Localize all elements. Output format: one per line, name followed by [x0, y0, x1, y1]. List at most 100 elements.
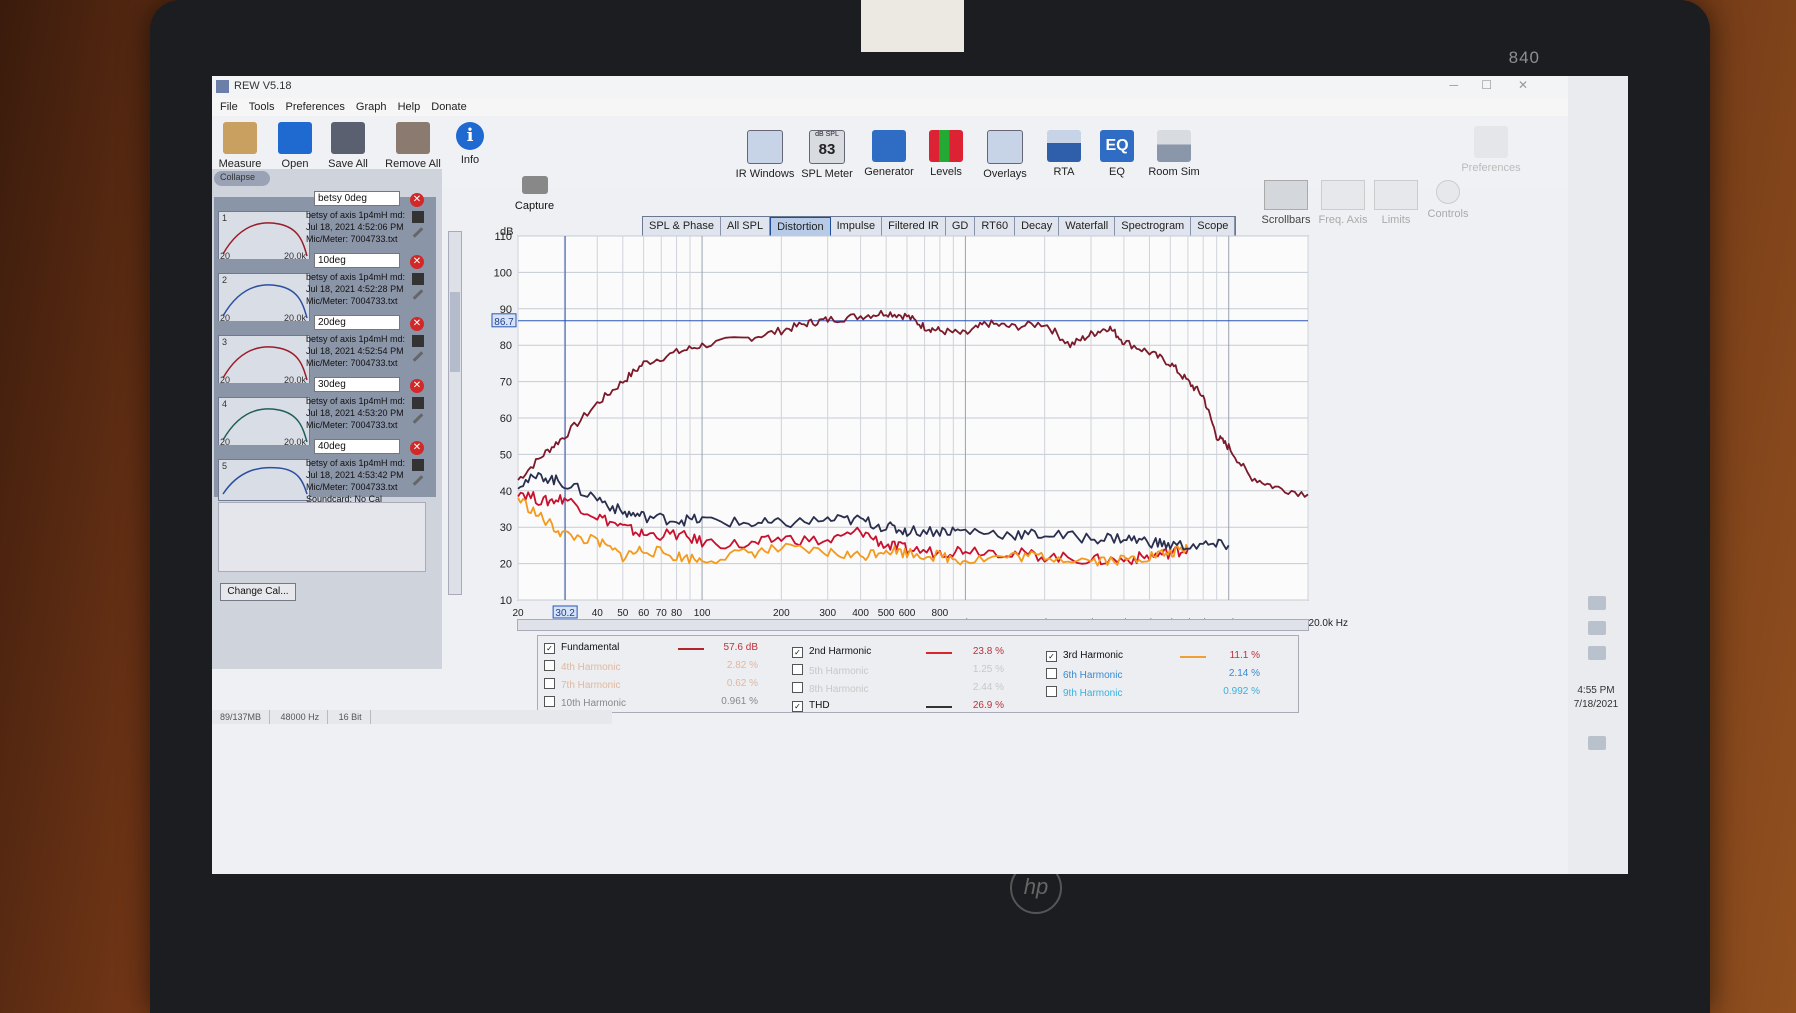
x-tick-label: 20.0k Hz: [1309, 618, 1348, 629]
freq-axis-button[interactable]: Freq. Axis: [1312, 180, 1374, 226]
close-icon[interactable]: ✕: [1518, 78, 1528, 92]
change-cal-button[interactable]: Change Cal...: [220, 583, 296, 601]
legend-checkbox[interactable]: [1046, 668, 1057, 679]
legend-checkbox[interactable]: [544, 660, 555, 671]
legend-item[interactable]: ✓ 2nd Harmonic: [792, 646, 871, 658]
open-button[interactable]: Open: [272, 122, 318, 170]
x-tick-label: 100: [694, 608, 711, 619]
room-sim-button[interactable]: Room Sim: [1142, 130, 1206, 178]
menu-preferences[interactable]: Preferences: [286, 101, 345, 113]
minimize-icon[interactable]: ─: [1449, 78, 1458, 92]
capture-button[interactable]: Capture: [507, 176, 562, 212]
menu-help[interactable]: Help: [398, 101, 421, 113]
controls-button[interactable]: Controls: [1420, 180, 1476, 220]
eq-button[interactable]: EQ EQ: [1092, 130, 1142, 178]
limits-button[interactable]: Limits: [1368, 180, 1424, 226]
rta-button[interactable]: RTA: [1036, 130, 1092, 178]
measurement-info-icon[interactable]: [412, 273, 424, 285]
measurement-info-icon[interactable]: [412, 459, 424, 471]
legend-value: 57.6 dB: [723, 642, 758, 653]
save-all-button[interactable]: Save All: [320, 122, 376, 170]
legend-checkbox[interactable]: [544, 678, 555, 689]
legend-item[interactable]: 4th Harmonic: [544, 660, 620, 673]
panel-scrollbar[interactable]: [448, 231, 462, 595]
legend-checkbox[interactable]: [544, 696, 555, 707]
menu-tools[interactable]: Tools: [249, 101, 275, 113]
ir-windows-button[interactable]: IR Windows: [734, 130, 796, 180]
legend-checkbox[interactable]: [792, 682, 803, 693]
pencil-icon[interactable]: [412, 413, 424, 424]
legend-checkbox[interactable]: [1046, 686, 1057, 697]
legend-label: 2nd Harmonic: [809, 646, 872, 657]
title-bar: REW V5.18 ─ ☐ ✕: [212, 76, 1628, 98]
pencil-icon[interactable]: [412, 351, 424, 362]
measurement-name-field[interactable]: 40deg: [314, 439, 400, 454]
measurement-card[interactable]: 5 40deg ✕ betsy of axis 1p4mH md: Jul 18,…: [214, 439, 436, 504]
distortion-chart[interactable]: 110100908070605040302010dB2030.240506070…: [470, 224, 1348, 644]
measurement-info-icon[interactable]: [412, 397, 424, 409]
maximize-icon[interactable]: ☐: [1481, 78, 1492, 92]
chevron-left-icon[interactable]: [1588, 596, 1606, 610]
remove-measurement-icon[interactable]: ✕: [410, 441, 424, 455]
info-button[interactable]: i Info: [448, 122, 492, 166]
y-tick-label: 10: [500, 595, 512, 607]
overlays-button[interactable]: Overlays: [974, 130, 1036, 180]
levels-icon: [929, 130, 963, 162]
measure-button[interactable]: Measure: [212, 122, 268, 170]
legend-item[interactable]: 10th Harmonic: [544, 696, 626, 709]
measurement-name-field[interactable]: 10deg: [314, 253, 400, 268]
remove-all-button[interactable]: Remove All: [380, 122, 446, 170]
x-tick-label: 300: [819, 608, 836, 619]
menu-donate[interactable]: Donate: [431, 101, 466, 113]
x-tick-label: 200: [773, 608, 790, 619]
measurement-name-field[interactable]: betsy 0deg: [314, 191, 400, 206]
spl-meter-icon: dB SPL 83: [809, 130, 845, 164]
legend-item[interactable]: 6th Harmonic: [1046, 668, 1122, 681]
remove-measurement-icon[interactable]: ✕: [410, 317, 424, 331]
volume-icon[interactable]: [1588, 646, 1606, 660]
remove-measurement-icon[interactable]: ✕: [410, 193, 424, 207]
status-bar: 89/137MB 48000 Hz 16 Bit: [212, 710, 612, 724]
y-tick-label: 50: [500, 449, 512, 461]
collapse-button[interactable]: Collapse: [214, 171, 270, 186]
pencil-icon[interactable]: [412, 227, 424, 238]
measurement-info-icon[interactable]: [412, 335, 424, 347]
legend-checkbox[interactable]: [792, 664, 803, 675]
legend-value: 0.992 %: [1223, 686, 1260, 697]
controls-icon: [1436, 180, 1460, 204]
legend-color-swatch: [1180, 656, 1206, 658]
legend-checkbox[interactable]: ✓: [544, 643, 555, 654]
remove-measurement-icon[interactable]: ✕: [410, 379, 424, 393]
graph-horizontal-scrollbar[interactable]: [517, 619, 1309, 631]
legend-item[interactable]: ✓ Fundamental: [544, 642, 619, 654]
scrollbars-button[interactable]: Scrollbars: [1256, 180, 1316, 226]
legend-checkbox[interactable]: ✓: [792, 701, 803, 712]
generator-button[interactable]: Generator: [858, 130, 920, 178]
notifications-icon[interactable]: [1588, 736, 1606, 750]
legend-checkbox[interactable]: ✓: [792, 647, 803, 658]
pencil-icon[interactable]: [412, 475, 424, 486]
network-icon[interactable]: [1588, 621, 1606, 635]
legend-item[interactable]: 7th Harmonic: [544, 678, 620, 691]
measurement-name-field[interactable]: 30deg: [314, 377, 400, 392]
menu-file[interactable]: File: [220, 101, 238, 113]
legend-item[interactable]: 8th Harmonic: [792, 682, 868, 695]
legend-color-swatch: [926, 652, 952, 654]
measurement-name-field[interactable]: 20deg: [314, 315, 400, 330]
legend-value: 2.14 %: [1228, 668, 1260, 679]
clock[interactable]: 4:55 PM 7/18/2021: [1568, 684, 1624, 712]
levels-button[interactable]: Levels: [918, 130, 974, 178]
preferences-button[interactable]: Preferences: [1456, 126, 1526, 174]
legend-checkbox[interactable]: ✓: [1046, 651, 1057, 662]
measurement-info-icon[interactable]: [412, 211, 424, 223]
legend-item[interactable]: 5th Harmonic: [792, 664, 868, 677]
pencil-icon[interactable]: [412, 289, 424, 300]
scrollbar-thumb[interactable]: [450, 292, 460, 372]
spl-meter-button[interactable]: dB SPL 83 SPL Meter: [796, 130, 858, 180]
menu-graph[interactable]: Graph: [356, 101, 387, 113]
remove-measurement-icon[interactable]: ✕: [410, 255, 424, 269]
legend-item[interactable]: ✓ 3rd Harmonic: [1046, 650, 1123, 662]
distortion-graph[interactable]: 110100908070605040302010dB2030.240506070…: [470, 224, 1348, 644]
legend-item[interactable]: ✓ THD: [792, 700, 830, 712]
legend-item[interactable]: 9th Harmonic: [1046, 686, 1122, 699]
